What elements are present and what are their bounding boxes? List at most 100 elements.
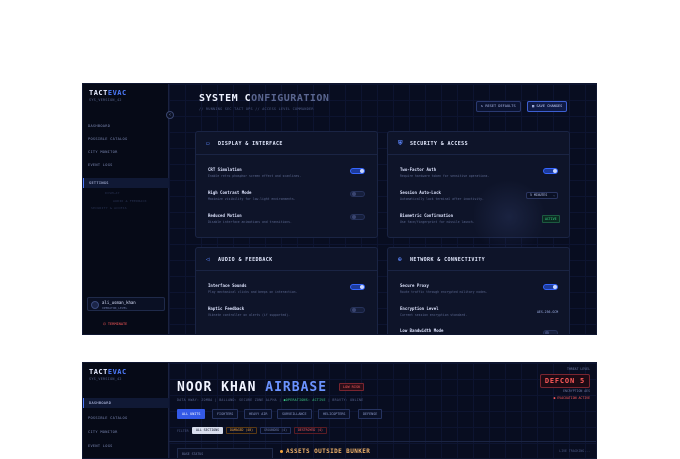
- two-factor-desc: Require hardware token for sensitive ope…: [400, 174, 490, 178]
- divider: [388, 270, 569, 271]
- card-title: ⛨ SECURITY & ACCESS: [398, 140, 468, 147]
- airbase-subtitle: DATA HWAY: ZOMBA | BALLAND: SECURE ZONE …: [177, 398, 364, 402]
- crt-simulation-desc: Enable retro phosphor screen effect and …: [208, 174, 302, 178]
- nav-item-catalog[interactable]: POSSIBLE CATALOG: [83, 413, 169, 423]
- nav-item-city-monitor[interactable]: CITY MONITOR: [83, 147, 169, 157]
- globe-icon: ⊕: [398, 256, 403, 263]
- nav-item-dashboard[interactable]: DASHBOARD: [83, 121, 169, 131]
- haptic-feedback-desc: Vibrate controller on alerts (if support…: [208, 313, 290, 317]
- filter-all-sections[interactable]: ALL SECTIONS: [192, 427, 224, 434]
- card-title: ◁ AUDIO & FEEDBACK: [206, 256, 273, 263]
- nav-item-city-monitor[interactable]: CITY MONITOR: [83, 427, 169, 437]
- two-factor-label: Two-Factor Auth: [400, 167, 437, 172]
- status-dot-icon: [280, 450, 283, 453]
- auto-lock-label: Session Auto-Lock: [400, 190, 441, 195]
- chevron-down-icon: ⌄: [553, 193, 555, 197]
- reduced-motion-label: Reduced Motion: [208, 213, 242, 218]
- nav-item-event-logs[interactable]: EVENT LOGS: [83, 441, 169, 451]
- divider: [196, 154, 377, 155]
- crt-simulation-label: CRT Simulation: [208, 167, 242, 172]
- secure-proxy-toggle[interactable]: [543, 284, 558, 290]
- airbase-title: NOOR KHAN AIRBASE: [177, 380, 328, 395]
- biometric-label: Biometric Confirmation: [400, 213, 453, 218]
- display-interface-card: ▭ DISPLAY & INTERFACE CRT Simulation Enab…: [195, 131, 378, 238]
- tab-helicopters[interactable]: HELICOPTERS: [318, 409, 351, 419]
- divider: [169, 441, 596, 442]
- tab-fighters[interactable]: FIGHTERS: [212, 409, 239, 419]
- biometric-desc: Use face/fingerprint for missile launch.: [400, 220, 475, 224]
- filter-damaged[interactable]: DAMAGED (40): [226, 427, 258, 434]
- sidebar: TACTEVAC SYS_VERSION_42 DASHBOARD POSSIB…: [83, 84, 169, 334]
- encryption-level-desc: Current session encryption standard.: [400, 313, 468, 317]
- threat-level-label: THREAT LEVEL: [566, 367, 590, 371]
- shield-watermark-icon: [474, 177, 544, 257]
- tab-heavy-air[interactable]: HEAVY AIR: [244, 409, 273, 419]
- filter-grounded[interactable]: GROUNDED (4): [260, 427, 292, 434]
- nav-item-event-logs[interactable]: EVENT LOGS: [83, 160, 169, 170]
- haptic-feedback-label: Haptic Feedback: [208, 306, 245, 311]
- airbase-main: NOOR KHAN AIRBASE LOW RISK DATA HWAY: ZO…: [169, 363, 596, 458]
- network-connectivity-card: ⊕ NETWORK & CONNECTIVITY Secure Proxy Rou…: [387, 247, 570, 334]
- encryption-status: ENCRYPTION AES: [563, 389, 590, 393]
- high-contrast-toggle[interactable]: [350, 191, 365, 197]
- interface-sounds-toggle[interactable]: [350, 284, 365, 290]
- save-changes-button[interactable]: ▣ SAVE CHANGES: [527, 101, 568, 112]
- haptic-feedback-toggle[interactable]: [350, 307, 365, 313]
- speaker-icon: ◁: [206, 256, 211, 263]
- security-access-card: ⛨ SECURITY & ACCESS Two-Factor Auth Requi…: [387, 131, 570, 257]
- audio-feedback-card: ◁ AUDIO & FEEDBACK Interface Sounds Play …: [195, 247, 378, 334]
- low-bandwidth-label: Low Bandwidth Mode: [400, 328, 444, 333]
- settings-screenshot: TACTEVAC SYS_VERSION_42 DASHBOARD POSSIB…: [82, 83, 597, 335]
- reduced-motion-toggle[interactable]: [350, 214, 365, 220]
- airbase-screenshot: TACTEVAC SYS_VERSION_42 DASHBOARD POSSIB…: [82, 362, 597, 459]
- divider: [388, 154, 569, 155]
- reduced-motion-desc: Disable interface animations and transit…: [208, 220, 292, 224]
- reset-defaults-button[interactable]: ↻ RESET DEFAULTS: [476, 101, 521, 112]
- filter-label: FILTER: [177, 429, 189, 433]
- defcon-badge: DEFCON 5: [539, 374, 590, 388]
- nav-item-catalog[interactable]: POSSIBLE CATALOG: [83, 134, 169, 144]
- secure-proxy-desc: Route traffic through encrypted military…: [400, 290, 488, 294]
- crt-simulation-toggle[interactable]: [350, 168, 365, 174]
- secure-proxy-label: Secure Proxy: [400, 283, 429, 288]
- terminate-button[interactable]: ⏻ TERMINATE: [103, 322, 127, 326]
- biometric-status-badge: ACTIVE: [542, 215, 560, 223]
- user-name: ali_usman_khan: [102, 300, 136, 305]
- filter-destroyed[interactable]: DESTROYED (4): [294, 427, 327, 434]
- user-card[interactable]: ali_usman_khan OPERATOR_LEVEL: [87, 297, 165, 311]
- divider: [196, 270, 377, 271]
- auto-lock-select[interactable]: 5 MINUTES ⌄: [526, 192, 558, 199]
- interface-sounds-desc: Play mechanical clicks and beeps on inte…: [208, 290, 298, 294]
- base-status-panel: BASE STATUS: [177, 448, 273, 458]
- sidebar: TACTEVAC SYS_VERSION_42 DASHBOARD POSSIB…: [83, 363, 169, 458]
- power-icon: ⏻: [103, 322, 106, 326]
- sub-nav-security[interactable]: SECURITY & ACCESS: [91, 206, 127, 210]
- risk-badge: LOW RISK: [339, 383, 365, 391]
- interface-sounds-label: Interface Sounds: [208, 283, 247, 288]
- nav-item-settings[interactable]: SETTINGS: [83, 178, 169, 188]
- brand-logo: TACTEVAC: [89, 368, 127, 376]
- page-title: SYSTEM CONFIGURATION: [199, 93, 330, 104]
- live-tracking-label: LIVE TRACKING...: [559, 449, 590, 453]
- card-title: ⊕ NETWORK & CONNECTIVITY: [398, 256, 486, 263]
- user-role: OPERATOR_LEVEL: [102, 306, 128, 310]
- monitor-icon: ▭: [206, 140, 211, 147]
- nav-item-dashboard[interactable]: DASHBOARD: [83, 398, 169, 408]
- auto-lock-desc: Automatically lock terminal after inacti…: [400, 197, 484, 201]
- brand-version: SYS_VERSION_42: [89, 377, 122, 381]
- sub-nav-display[interactable]: DISPLAY: [105, 191, 120, 195]
- brand-version: SYS_VERSION_42: [89, 98, 122, 102]
- two-factor-toggle[interactable]: [543, 168, 558, 174]
- tab-defense[interactable]: DEFENSE: [358, 409, 383, 419]
- card-title: ▭ DISPLAY & INTERFACE: [206, 140, 283, 147]
- shield-icon: ⛨: [398, 140, 403, 147]
- encryption-level-label: Encryption Level: [400, 306, 439, 311]
- tab-all-units[interactable]: ALL UNITS: [177, 409, 206, 419]
- high-contrast-desc: Maximize visibility for low-light enviro…: [208, 197, 296, 201]
- tab-surveillance[interactable]: SURVEILLANCE: [277, 409, 312, 419]
- low-bandwidth-toggle[interactable]: [543, 330, 558, 334]
- sidebar-collapse-button[interactable]: ‹: [166, 111, 174, 119]
- sub-nav-audio[interactable]: AUDIO & FEEDBACK: [113, 199, 147, 203]
- encryption-level-value: AES-256-GCM: [537, 310, 559, 314]
- settings-main: SYSTEM CONFIGURATION // RUNNING SEC TACT…: [169, 84, 596, 334]
